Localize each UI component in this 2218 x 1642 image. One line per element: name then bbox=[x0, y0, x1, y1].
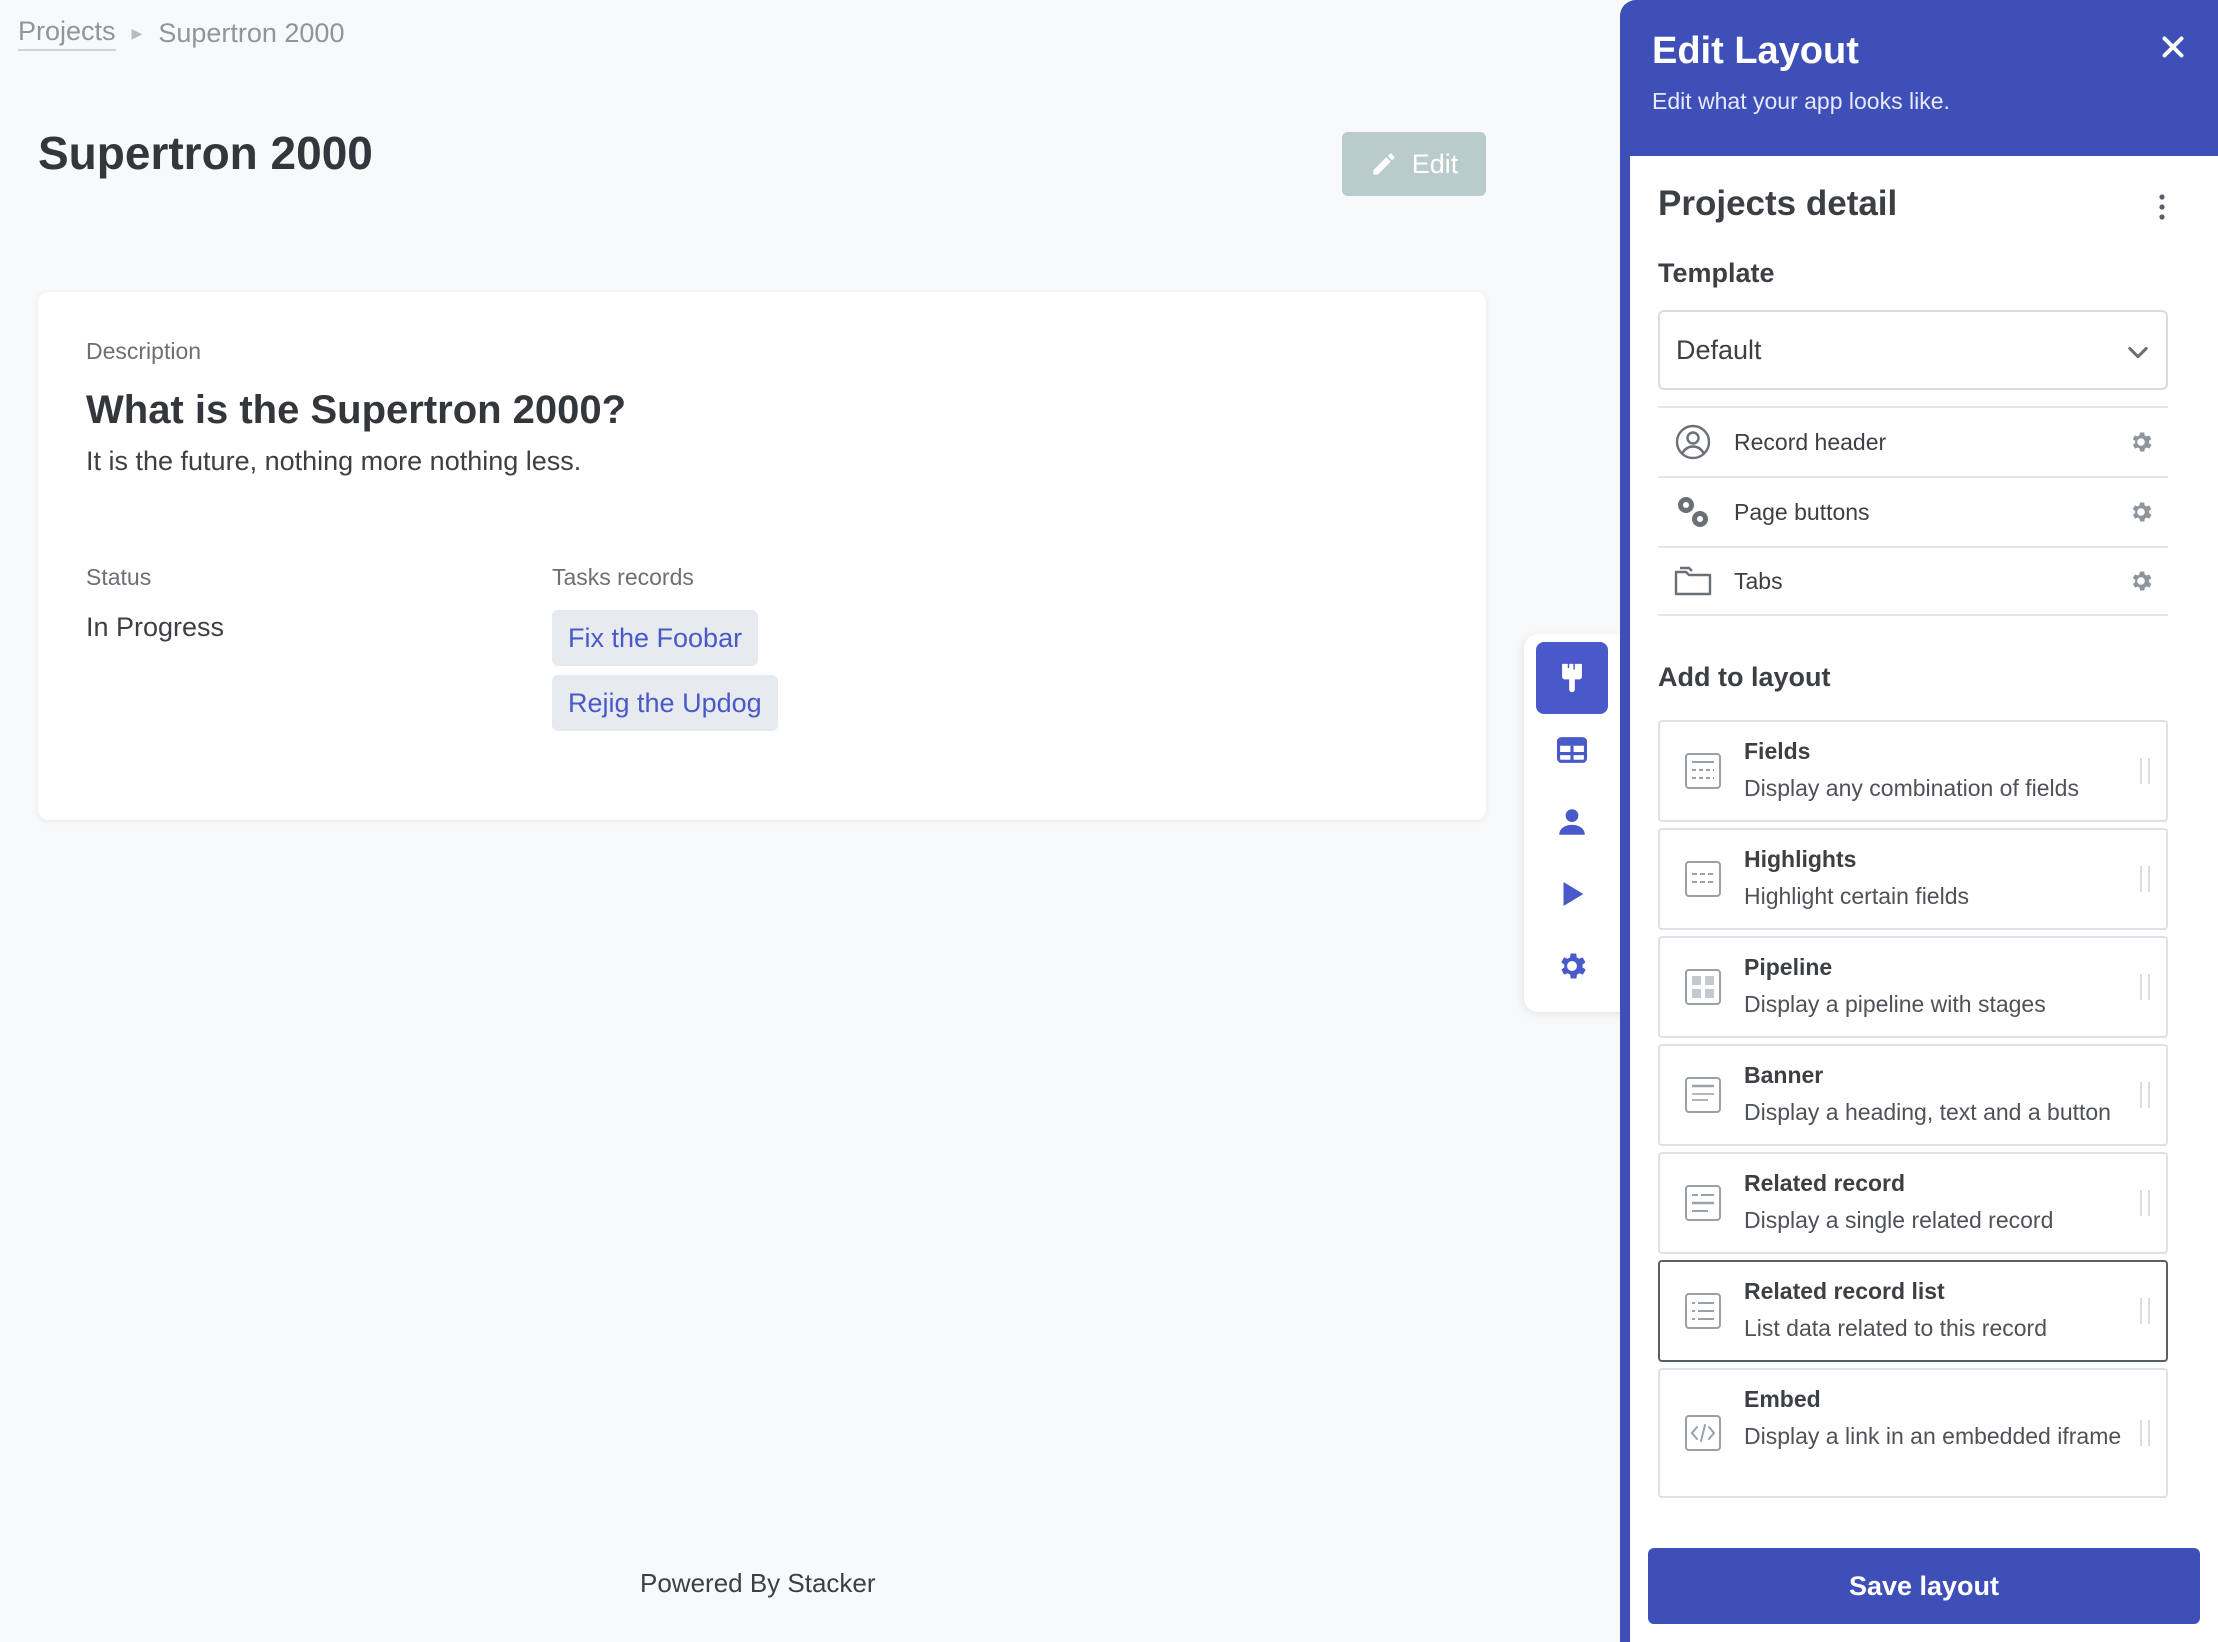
toolbar-user-button[interactable] bbox=[1536, 786, 1608, 858]
folders-icon bbox=[1674, 566, 1712, 596]
block-title: Related record list bbox=[1744, 1278, 1945, 1304]
save-layout-button[interactable]: Save layout bbox=[1648, 1548, 2200, 1624]
description-label: Description bbox=[86, 338, 202, 364]
drag-handle-icon[interactable] bbox=[2140, 758, 2150, 784]
close-icon[interactable] bbox=[2156, 30, 2190, 64]
block-description: Display any combination of fields bbox=[1744, 775, 2079, 801]
breadcrumb-separator-icon: ▶ bbox=[131, 25, 143, 41]
breadcrumb: Projects ▶ Supertron 2000 bbox=[18, 16, 344, 51]
block-embed[interactable]: Embed Display a link in an embedded ifra… bbox=[1658, 1368, 2168, 1498]
breadcrumb-projects-link[interactable]: Projects bbox=[18, 16, 116, 51]
highlights-block-icon bbox=[1685, 861, 1721, 897]
fields-block-icon bbox=[1685, 753, 1721, 789]
chevron-down-icon bbox=[2128, 346, 2148, 359]
breadcrumb-current: Supertron 2000 bbox=[158, 18, 345, 48]
template-label: Template bbox=[1658, 258, 1775, 288]
block-title: Banner bbox=[1744, 1062, 1824, 1088]
table-icon bbox=[1556, 737, 1588, 763]
status-label: Status bbox=[86, 564, 152, 590]
block-related-record[interactable]: Related record Display a single related … bbox=[1658, 1152, 2168, 1254]
gear-icon[interactable] bbox=[2128, 499, 2154, 525]
gear-icon[interactable] bbox=[2128, 568, 2154, 594]
panel-title: Edit Layout bbox=[1652, 30, 1859, 72]
block-highlights[interactable]: Highlights Highlight certain fields bbox=[1658, 828, 2168, 930]
embed-block-icon bbox=[1685, 1415, 1721, 1451]
gear-icon bbox=[1561, 953, 1586, 979]
layout-item-tabs[interactable]: Tabs bbox=[1658, 546, 2168, 616]
block-banner[interactable]: Banner Display a heading, text and a but… bbox=[1658, 1044, 2168, 1146]
template-select-value: Default bbox=[1676, 334, 1762, 365]
block-description: Display a single related record bbox=[1744, 1207, 2054, 1233]
paintbrush-icon bbox=[1562, 663, 1582, 693]
block-description: Display a heading, text and a button bbox=[1744, 1099, 2111, 1125]
block-related-record-list[interactable]: Related record list List data related to… bbox=[1658, 1260, 2168, 1362]
edit-layout-panel: Edit Layout Edit what your app looks lik… bbox=[1620, 0, 2218, 1642]
edit-button-label: Edit bbox=[1411, 148, 1459, 179]
description-text: It is the future, nothing more nothing l… bbox=[86, 446, 582, 476]
toolbar-play-button[interactable] bbox=[1536, 858, 1608, 930]
toolbar-table-button[interactable] bbox=[1536, 714, 1608, 786]
user-icon bbox=[1559, 809, 1585, 835]
status-value: In Progress bbox=[86, 612, 225, 642]
block-fields[interactable]: Fields Display any combination of fields bbox=[1658, 720, 2168, 822]
layout-item-label: Record header bbox=[1734, 428, 1887, 455]
block-title: Pipeline bbox=[1744, 954, 1833, 980]
related-record-block-icon bbox=[1685, 1185, 1721, 1221]
block-description: Display a link in an embedded iframe bbox=[1744, 1423, 2122, 1449]
layout-item-label: Page buttons bbox=[1734, 498, 1870, 525]
edit-button[interactable]: Edit bbox=[1342, 132, 1486, 196]
toolbar-settings-button[interactable] bbox=[1536, 930, 1608, 1002]
drag-handle-icon[interactable] bbox=[2140, 1082, 2150, 1108]
drag-handle-icon[interactable] bbox=[2140, 974, 2150, 1000]
block-title: Highlights bbox=[1744, 846, 1857, 872]
panel-heading: Projects detail bbox=[1658, 184, 1898, 223]
task-pill[interactable]: Fix the Foobar bbox=[552, 610, 759, 666]
block-title: Embed bbox=[1744, 1386, 1821, 1412]
block-title: Fields bbox=[1744, 738, 1811, 764]
toolbar-layout-button[interactable] bbox=[1536, 642, 1608, 714]
block-pipeline[interactable]: Pipeline Display a pipeline with stages bbox=[1658, 936, 2168, 1038]
layout-item-record-header[interactable]: Record header bbox=[1658, 406, 2168, 476]
user-circle-icon bbox=[1675, 424, 1711, 460]
more-options-icon[interactable] bbox=[2150, 192, 2174, 222]
block-title: Related record bbox=[1744, 1170, 1906, 1196]
record-card: Description What is the Supertron 2000? … bbox=[38, 292, 1486, 820]
drag-handle-icon[interactable] bbox=[2140, 1420, 2150, 1446]
play-icon bbox=[1563, 881, 1584, 907]
block-description: Display a pipeline with stages bbox=[1744, 991, 2046, 1017]
pipeline-block-icon bbox=[1685, 969, 1721, 1005]
block-description: List data related to this record bbox=[1744, 1315, 2047, 1341]
block-description: Highlight certain fields bbox=[1744, 883, 1970, 909]
tasks-label: Tasks records bbox=[552, 564, 694, 590]
task-pill[interactable]: Rejig the Updog bbox=[552, 675, 778, 731]
banner-block-icon bbox=[1685, 1077, 1721, 1113]
template-select[interactable]: Default bbox=[1658, 310, 2168, 390]
drag-handle-icon[interactable] bbox=[2140, 866, 2150, 892]
gears-icon bbox=[1678, 497, 1708, 527]
layout-toolbar bbox=[1524, 634, 1634, 1012]
description-heading: What is the Supertron 2000? bbox=[86, 388, 627, 432]
pencil-icon bbox=[1373, 153, 1395, 175]
drag-handle-icon[interactable] bbox=[2140, 1190, 2150, 1216]
layout-item-page-buttons[interactable]: Page buttons bbox=[1658, 476, 2168, 546]
add-to-layout-label: Add to layout bbox=[1658, 662, 1831, 692]
drag-handle-icon[interactable] bbox=[2140, 1298, 2150, 1324]
gear-icon[interactable] bbox=[2128, 429, 2154, 455]
panel-body: Projects detail Template Default Record … bbox=[1630, 156, 2218, 1642]
page-title: Supertron 2000 bbox=[38, 127, 373, 179]
layout-item-label: Tabs bbox=[1734, 567, 1783, 594]
panel-subtitle: Edit what your app looks like. bbox=[1652, 88, 1950, 114]
related-list-block-icon bbox=[1685, 1293, 1721, 1329]
powered-by-text: Powered By Stacker bbox=[640, 1568, 876, 1598]
